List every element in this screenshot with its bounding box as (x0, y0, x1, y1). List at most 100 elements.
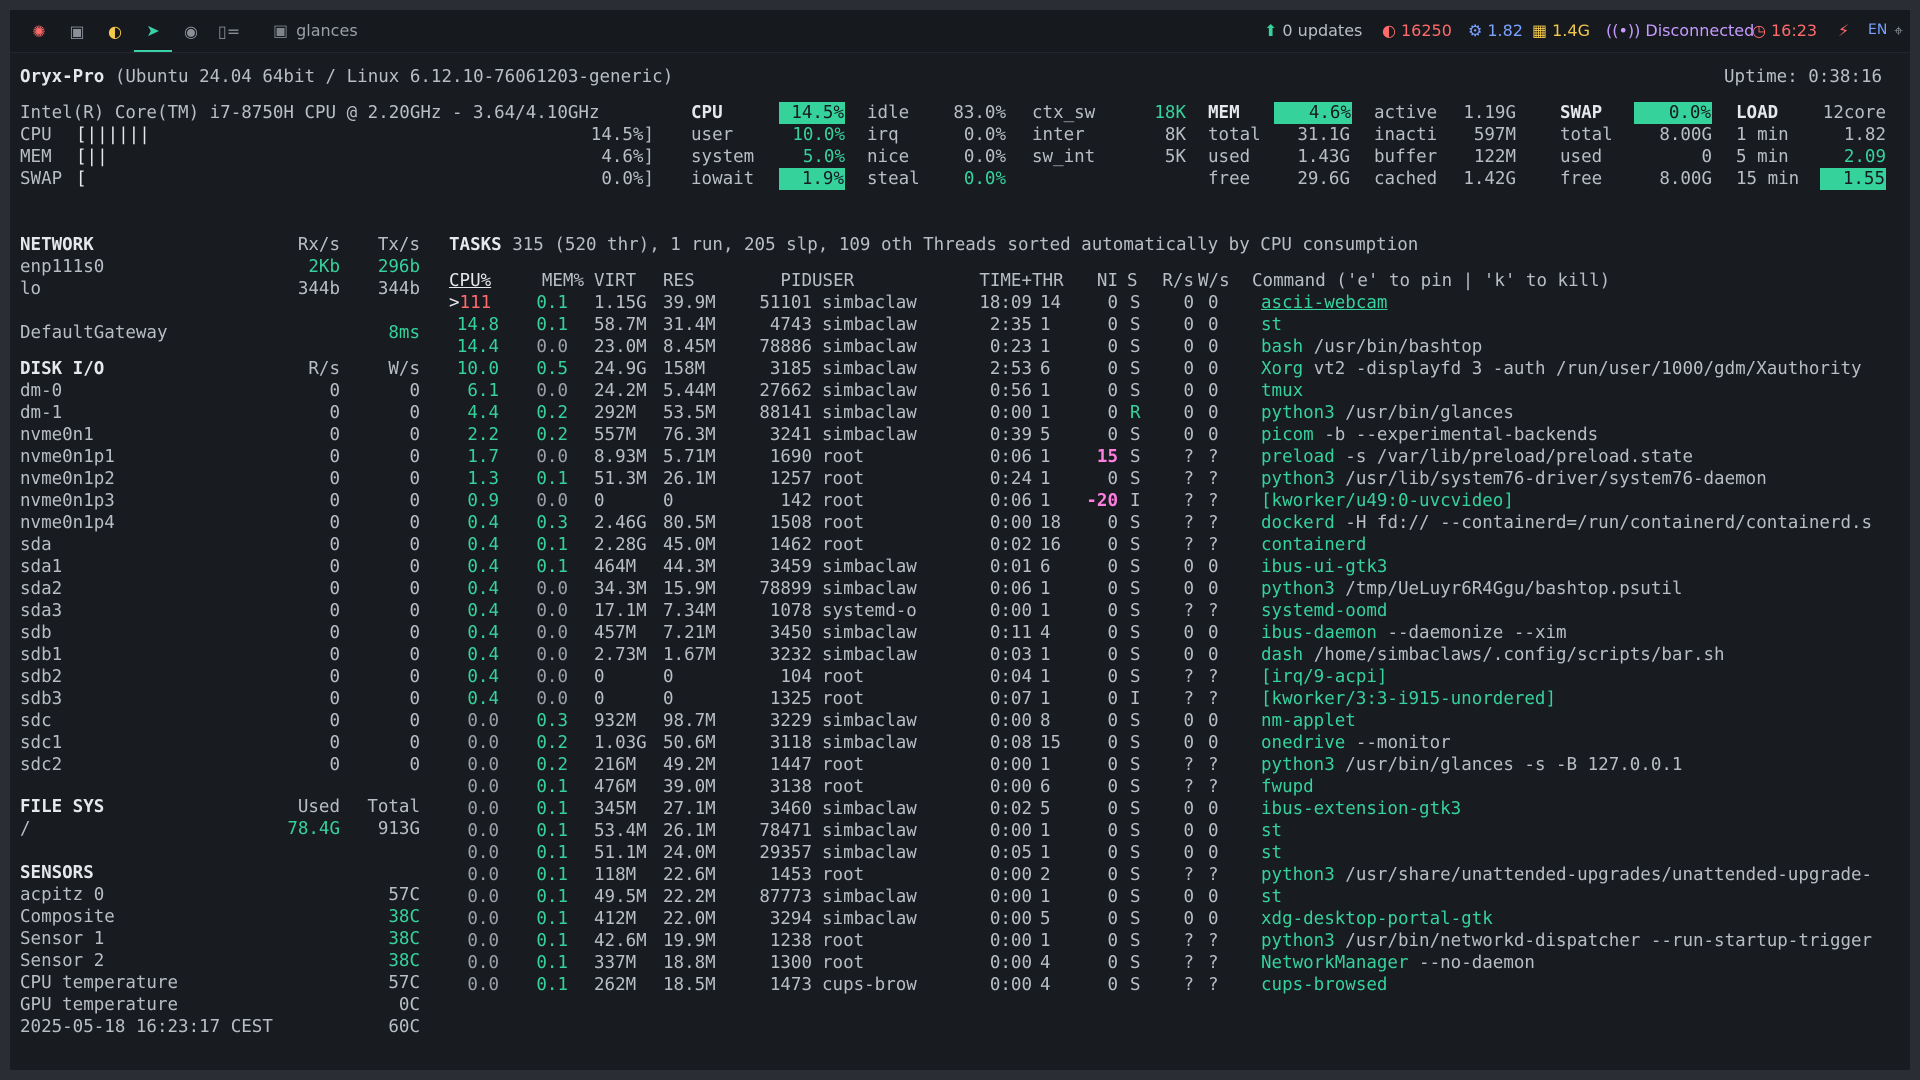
sensor-value: 38C (388, 907, 420, 927)
terminal-icon[interactable]: ▣ (58, 10, 96, 52)
process-state: S (1130, 821, 1141, 841)
process-write-rate: 0 (1208, 315, 1219, 335)
disk-write-value: 0 (409, 513, 420, 533)
process-time: 0:00 (989, 909, 1032, 929)
process-command: [kworker/3:3-i915-unordered] (1261, 689, 1557, 709)
process-read-rate: ? (1183, 535, 1194, 555)
cpu-system: 5.0% (802, 147, 845, 167)
process-virt: 2.28G (594, 535, 647, 555)
process-pid: 1473 (769, 975, 812, 995)
process-user: simbaclaw (822, 821, 917, 841)
code-icon[interactable]: ▯= (210, 10, 248, 52)
cpu-idle-label: idle (867, 103, 910, 123)
process-time: 0:00 (989, 865, 1032, 885)
mem-title: MEM (1208, 103, 1240, 123)
cpu-load-indicator[interactable]: ⚙ 1.82 (1468, 21, 1523, 40)
process-mem: 0.1 (536, 469, 568, 489)
process-write-rate: 0 (1208, 821, 1219, 841)
process-virt: 118M (594, 865, 637, 885)
sensor-name: Sensor 1 (20, 929, 105, 949)
telegram-icon[interactable]: ➤ (134, 10, 172, 52)
network-indicator[interactable]: ((•)) Disconnected (1606, 21, 1754, 40)
process-write-rate: ? (1208, 667, 1219, 687)
process-command: ibus-ui-gtk3 (1261, 557, 1388, 577)
process-pid: 87773 (759, 887, 812, 907)
memory-indicator[interactable]: ▦ 1.4G (1532, 21, 1590, 40)
process-pid: 1690 (769, 447, 812, 467)
process-user: simbaclaw (822, 799, 917, 819)
process-virt: 262M (594, 975, 637, 995)
disk-write-value: 0 (409, 447, 420, 467)
process-command: python3 /usr/share/unattended-upgrades/u… (1261, 865, 1873, 885)
mem-cached-label: cached (1374, 169, 1438, 189)
process-read-rate: ? (1183, 755, 1194, 775)
process-read-rate: 0 (1183, 425, 1194, 445)
process-command: systemd-oomd (1261, 601, 1388, 621)
process-user: simbaclaw (822, 337, 917, 357)
process-cpu: 0.4 (467, 601, 499, 621)
process-pid: 3459 (769, 557, 812, 577)
process-mem: 0.1 (536, 843, 568, 863)
process-read-rate: ? (1183, 689, 1194, 709)
process-virt: 345M (594, 799, 637, 819)
process-time: 0:00 (989, 887, 1032, 907)
process-state: S (1130, 447, 1141, 467)
process-command: python3 /usr/bin/glances (1261, 403, 1514, 423)
process-pid: 3294 (769, 909, 812, 929)
process-virt: 51.1M (594, 843, 647, 863)
github-icon[interactable]: ◉ (172, 10, 210, 52)
load-5min-label: 5 min (1736, 147, 1789, 167)
process-mem: 0.0 (536, 645, 568, 665)
firefox-icon[interactable]: ◐ (96, 10, 134, 52)
process-threads: 1 (1040, 447, 1051, 467)
swap-total-label: total (1560, 125, 1613, 145)
cpu-steal: 0.0% (963, 169, 1006, 189)
process-res: 7.34M (663, 601, 716, 621)
process-user: simbaclaw (822, 909, 917, 929)
cpu-steal-label: steal (867, 169, 920, 189)
disk-name: sdc2 (20, 755, 63, 775)
process-command: dash /home/simbaclaws/.config/scripts/ba… (1261, 645, 1725, 665)
process-write-rate: ? (1208, 491, 1219, 511)
process-time: 0:05 (989, 843, 1032, 863)
process-threads: 1 (1040, 645, 1051, 665)
language-indicator[interactable]: EN (1868, 22, 1887, 38)
process-write-rate: 0 (1208, 557, 1219, 577)
process-nice: 0 (1107, 381, 1118, 401)
wifi-signal-icon: ((•)) (1606, 21, 1641, 40)
process-write-rate: ? (1208, 865, 1219, 885)
updates-indicator[interactable]: ⬆ 0 updates (1264, 21, 1362, 40)
pin-icon[interactable]: ⌖ (1894, 21, 1903, 41)
process-pid: 4743 (769, 315, 812, 335)
disk-write-value: 0 (409, 623, 420, 643)
process-nice: 0 (1107, 667, 1118, 687)
cpu-freq-indicator[interactable]: ◐ 16250 (1382, 21, 1452, 40)
process-header-cmd: Command ('e' to pin | 'k' to kill) (1252, 271, 1611, 291)
process-command: st (1261, 315, 1283, 335)
process-command: st (1261, 887, 1283, 907)
process-command: containerd (1261, 535, 1367, 555)
process-nice: 0 (1107, 623, 1118, 643)
disk-read-value: 0 (329, 535, 340, 555)
power-plug-icon[interactable]: ⚡ (1838, 21, 1849, 40)
process-read-rate: 0 (1183, 733, 1194, 753)
process-virt: 932M (594, 711, 637, 731)
process-state: S (1130, 557, 1141, 577)
process-pid: 104 (780, 667, 812, 687)
process-res: 0 (663, 689, 674, 709)
process-threads: 8 (1040, 711, 1051, 731)
process-pid: 78886 (759, 337, 812, 357)
process-state: S (1130, 975, 1141, 995)
ubuntu-icon[interactable]: ✺ (20, 10, 58, 52)
cpu-idle: 83.0% (953, 103, 1006, 123)
disk-read-value: 0 (329, 601, 340, 621)
sensor-value: 38C (388, 929, 420, 949)
clock-indicator[interactable]: ◷ 16:23 (1752, 21, 1817, 40)
process-read-rate: 0 (1183, 381, 1194, 401)
disk-write-value: 0 (409, 645, 420, 665)
process-threads: 16 (1040, 535, 1062, 555)
process-pid: 3138 (769, 777, 812, 797)
process-virt: 24.9G (594, 359, 647, 379)
process-state: S (1130, 579, 1141, 599)
process-read-rate: 0 (1183, 315, 1194, 335)
